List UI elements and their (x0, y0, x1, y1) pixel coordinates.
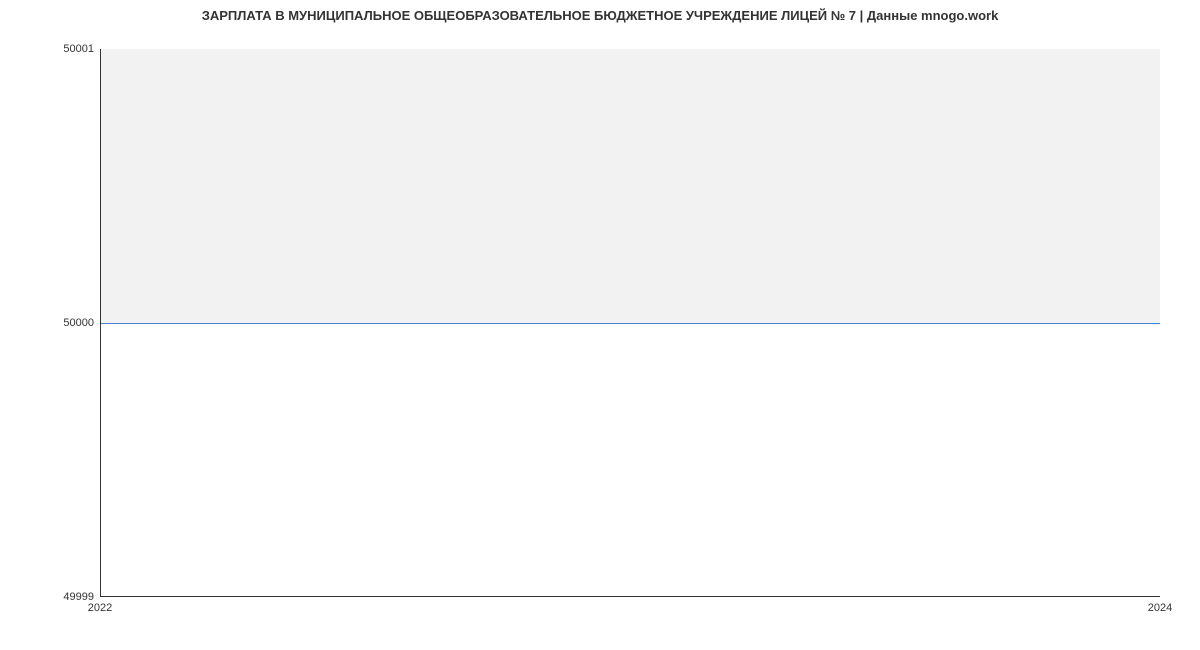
x-tick-left: 2022 (88, 602, 112, 614)
data-line (101, 323, 1160, 324)
area-fill (101, 49, 1160, 323)
chart-title: ЗАРПЛАТА В МУНИЦИПАЛЬНОЕ ОБЩЕОБРАЗОВАТЕЛ… (0, 8, 1200, 23)
x-tick-right: 2024 (1148, 602, 1172, 614)
y-tick-mid: 50000 (63, 317, 94, 329)
plot-area (100, 49, 1160, 597)
y-tick-top: 50001 (63, 43, 94, 55)
chart-plot-area (100, 49, 1160, 597)
